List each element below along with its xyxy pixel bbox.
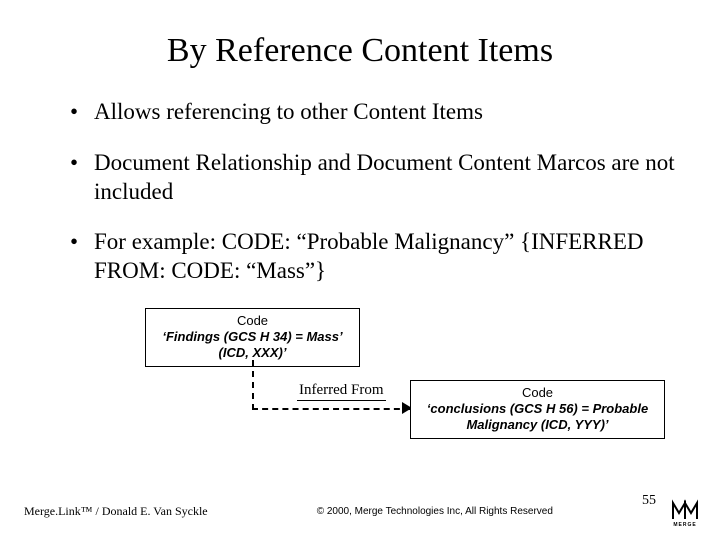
bullet-item: Document Relationship and Document Conte… — [70, 149, 680, 207]
merge-logo-icon: MERGE — [670, 496, 700, 526]
box-header: Code — [421, 385, 654, 401]
bullet-item: Allows referencing to other Content Item… — [70, 98, 680, 127]
logo-text: MERGE — [670, 522, 700, 528]
diagram-box-conclusions: Code ‘conclusions (GCS H 56) = Probable … — [410, 380, 665, 439]
box-header: Code — [156, 313, 349, 329]
bullet-item: For example: CODE: “Probable Malignancy”… — [70, 228, 680, 286]
box-body: ‘Findings (GCS H 34) = Mass’ (ICD, XXX)’ — [156, 329, 349, 362]
bullet-list: Allows referencing to other Content Item… — [40, 98, 680, 286]
slide-title: By Reference Content Items — [40, 32, 680, 70]
arrow-label: Inferred From — [297, 382, 386, 401]
footer-author: Merge.Link™ / Donald E. Van Syckle — [24, 504, 208, 519]
box-body: ‘conclusions (GCS H 56) = Probable Malig… — [421, 401, 654, 434]
footer: Merge.Link™ / Donald E. Van Syckle © 200… — [0, 496, 720, 526]
footer-copyright: © 2000, Merge Technologies Inc, All Righ… — [208, 506, 642, 517]
connector-horizontal — [252, 408, 410, 410]
diagram-box-findings: Code ‘Findings (GCS H 34) = Mass’ (ICD, … — [145, 308, 360, 367]
slide-number: 55 — [642, 493, 656, 509]
connector-vertical — [252, 360, 254, 410]
footer-right: 55 MERGE — [642, 496, 700, 526]
diagram: Code ‘Findings (GCS H 34) = Mass’ (ICD, … — [40, 308, 680, 438]
slide: By Reference Content Items Allows refere… — [0, 0, 720, 540]
